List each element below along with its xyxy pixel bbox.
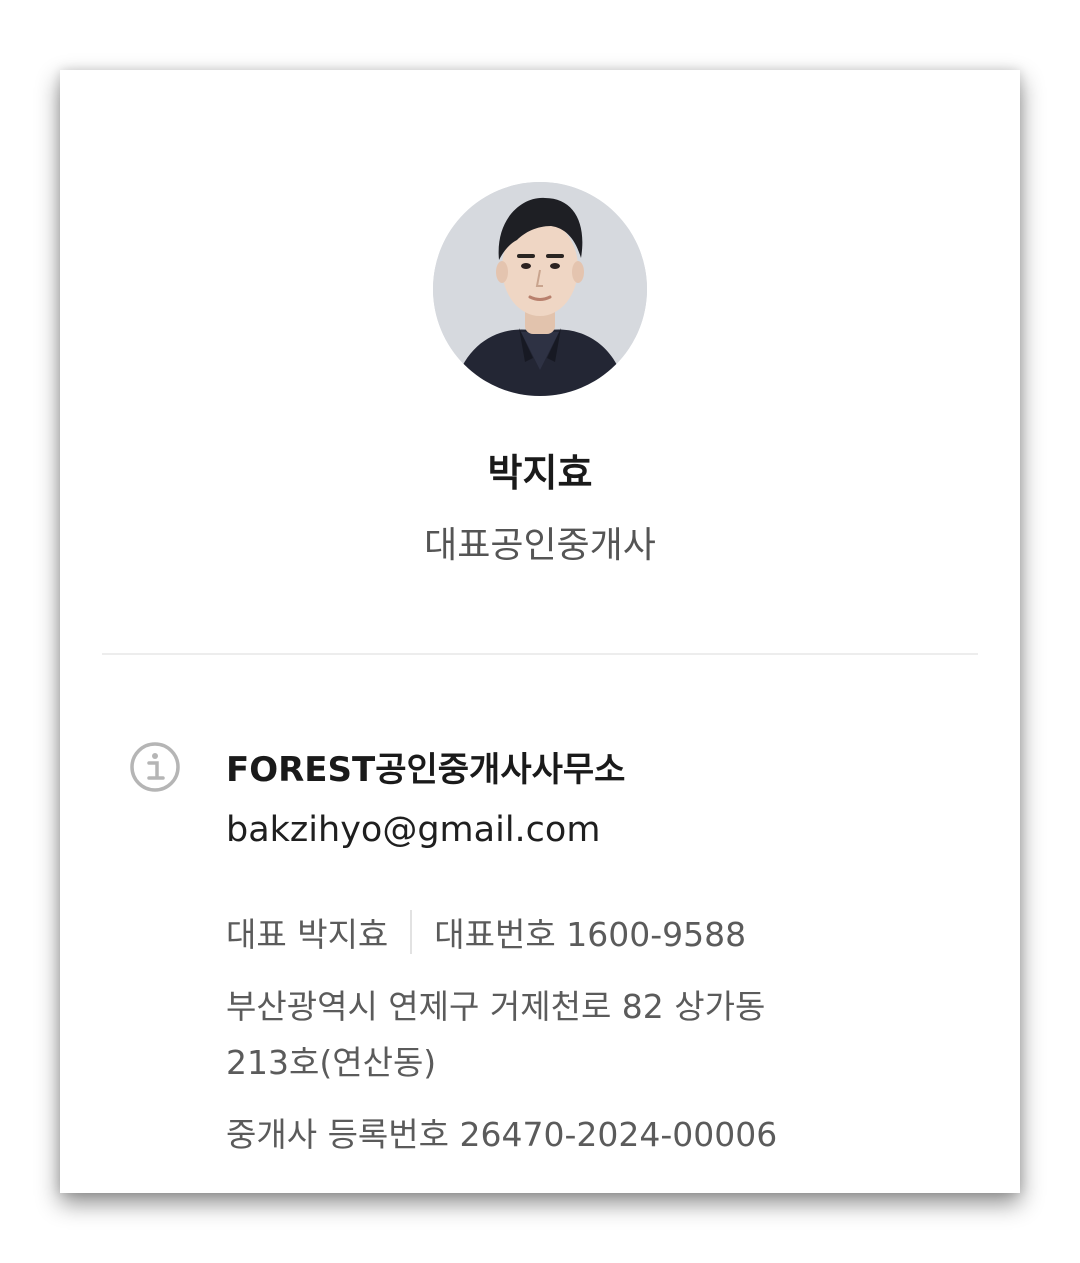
phone-number[interactable]: 대표번호 1600-9588 — [434, 908, 746, 956]
address-line-1: 부산광역시 연제구 거제천로 82 상가동 — [226, 987, 766, 1026]
representative-name: 대표 박지효 — [226, 915, 389, 954]
profile-photo — [433, 182, 647, 396]
office-name: FOREST공인중개사사무소 — [226, 750, 626, 790]
address-line-2: 213호(연산동) — [226, 1043, 437, 1082]
agent-profile-card: 박지효 대표공인중개사 FOREST공인중개사사무소 bakzihyo@gmai… — [60, 70, 1020, 1193]
email-address[interactable]: bakzihyo@gmail.com — [226, 810, 600, 850]
agent-role: 대표공인중개사 — [424, 525, 656, 566]
avatar — [433, 182, 647, 396]
representative-row: 대표 박지효 대표번호 1600-9588 — [226, 908, 746, 956]
info-icon — [128, 740, 182, 794]
divider — [102, 653, 978, 655]
registration-number: 중개사 등록번호 26470-2024-00006 — [226, 1115, 778, 1154]
separator — [410, 910, 413, 954]
agent-name: 박지효 — [487, 451, 593, 495]
